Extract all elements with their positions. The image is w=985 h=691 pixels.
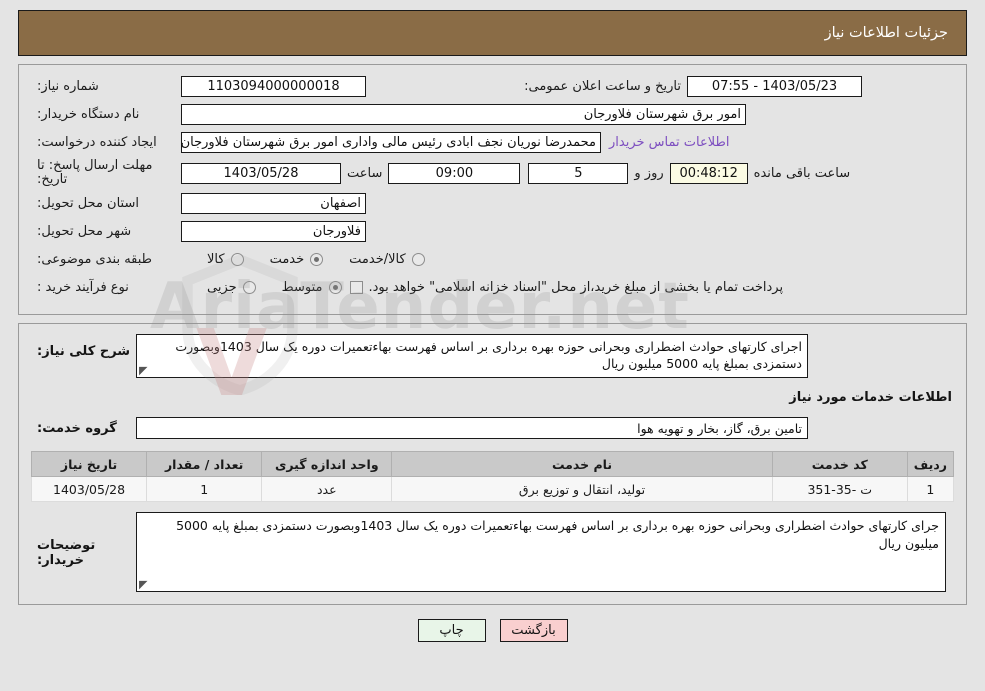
print-button[interactable]: چاپ bbox=[417, 619, 486, 642]
deadline-hour-label: ساعت bbox=[347, 165, 383, 181]
th-name: نام خدمت bbox=[391, 451, 773, 477]
process-option-1[interactable]: متوسط bbox=[282, 280, 342, 295]
resize-grip-icon-note[interactable]: ◥ bbox=[139, 578, 149, 591]
public-announce-value[interactable]: 1403/05/23 - 07:55 bbox=[687, 76, 862, 97]
summary-text: اجرای کارتهای حوادث اضطراری وبحرانی حوزه… bbox=[175, 339, 802, 371]
th-code: کد خدمت bbox=[771, 451, 908, 477]
services-panel: اجرای کارتهای حوادث اضطراری وبحرانی حوزه… bbox=[18, 323, 967, 605]
cell-date: 1403/05/28 bbox=[30, 476, 148, 502]
category-option-1[interactable]: خدمت bbox=[270, 252, 324, 267]
days-label: روز و bbox=[634, 165, 664, 181]
th-qty: تعداد / مقدار bbox=[146, 451, 263, 477]
cell-qty: 1 bbox=[146, 476, 263, 502]
cell-radif: 1 bbox=[906, 476, 955, 502]
radio-icon-process-1[interactable] bbox=[328, 281, 342, 294]
radio-icon-process-0[interactable] bbox=[242, 281, 256, 294]
resize-grip-icon[interactable]: ◥ bbox=[139, 364, 149, 377]
category-label: طبقه بندی موضوعی: bbox=[37, 252, 153, 267]
service-group-value[interactable]: تامین برق، گاز، بخار و تهویه هوا bbox=[136, 417, 808, 439]
buyer-org-value[interactable]: امور برق شهرستان فلاورجان bbox=[181, 104, 746, 125]
row-deadline: ساعت باقی مانده 00:48:12 روز و 5 09:00 س… bbox=[31, 159, 954, 187]
city-label: شهر محل تحویل: bbox=[37, 224, 132, 239]
th-radif: ردیف bbox=[906, 451, 955, 477]
page-header: جزئیات اطلاعات نیاز bbox=[18, 10, 967, 56]
requester-label: ایجاد کننده درخواست: bbox=[37, 135, 157, 150]
services-table: ردیف کد خدمت نام خدمت واحد اندازه گیری ت… bbox=[30, 451, 955, 502]
row-province: اصفهان استان محل تحویل: bbox=[31, 192, 954, 215]
city-value[interactable]: فلاورجان bbox=[181, 221, 366, 242]
row-service-group: تامین برق، گاز، بخار و تهویه هوا گروه خد… bbox=[31, 417, 954, 439]
deadline-hour-value[interactable]: 09:00 bbox=[388, 162, 521, 184]
province-label: استان محل تحویل: bbox=[37, 196, 139, 211]
th-unit: واحد اندازه گیری bbox=[261, 451, 393, 477]
category-option-2[interactable]: کالا/خدمت bbox=[349, 252, 425, 267]
radio-icon-category-2[interactable] bbox=[411, 253, 425, 266]
process-option-1-label: متوسط bbox=[281, 280, 323, 295]
row-city: فلاورجان شهر محل تحویل: bbox=[31, 220, 954, 243]
service-group-label: گروه خدمت: bbox=[37, 420, 117, 436]
page-root: جزئیات اطلاعات نیاز 1403/05/23 - 07:55 ت… bbox=[0, 0, 985, 691]
row-buyer-note: جرای کارتهای حوادث اضطراری وبحرانی حوزه … bbox=[31, 512, 954, 592]
public-announce-label: تاریخ و ساعت اعلان عمومی: bbox=[524, 79, 681, 94]
buyer-contact-link[interactable]: اطلاعات تماس خریدار bbox=[601, 135, 737, 150]
buyer-note-textarea[interactable]: جرای کارتهای حوادث اضطراری وبحرانی حوزه … bbox=[136, 512, 946, 592]
buyer-org-label: نام دستگاه خریدار: bbox=[37, 107, 140, 122]
row-summary: اجرای کارتهای حوادث اضطراری وبحرانی حوزه… bbox=[31, 334, 954, 378]
row-process: پرداخت تمام یا بخشی از مبلغ خرید،از محل … bbox=[31, 276, 954, 299]
summary-textarea[interactable]: اجرای کارتهای حوادث اضطراری وبحرانی حوزه… bbox=[136, 334, 808, 378]
footer-actions: بازگشت چاپ bbox=[18, 619, 967, 642]
category-option-0-label: کالا bbox=[207, 252, 225, 267]
need-number-value[interactable]: 1103094000000018 bbox=[181, 76, 366, 97]
row-need-number: 1403/05/23 - 07:55 تاریخ و ساعت اعلان عم… bbox=[31, 75, 954, 98]
back-button[interactable]: بازگشت bbox=[499, 619, 568, 642]
remaining-label: ساعت باقی مانده bbox=[753, 165, 851, 181]
row-category: کالا/خدمت خدمت کالا طبقه بندی موضوعی: bbox=[31, 248, 954, 271]
process-option-0-label: جزیی bbox=[207, 280, 237, 295]
category-option-2-label: کالا/خدمت bbox=[349, 252, 406, 267]
cell-code: ت -35-351 bbox=[771, 476, 908, 502]
process-option-0[interactable]: جزیی bbox=[207, 280, 256, 295]
need-number-label: شماره نیاز: bbox=[37, 79, 99, 94]
buyer-note-label: توضیحات خریدار: bbox=[37, 538, 96, 568]
days-remaining-value[interactable]: 5 bbox=[528, 162, 629, 184]
province-value[interactable]: اصفهان bbox=[181, 193, 366, 214]
process-label: نوع فرآیند خرید : bbox=[37, 280, 129, 295]
table-row: 1 ت -35-351 تولید، انتقال و توزیع برق عد… bbox=[30, 476, 955, 502]
row-requester: اطلاعات تماس خریدار محمدرضا نوریان نجف ا… bbox=[31, 131, 954, 154]
treasury-checkbox[interactable] bbox=[349, 281, 363, 294]
category-option-1-label: خدمت bbox=[269, 252, 305, 267]
table-header-row: ردیف کد خدمت نام خدمت واحد اندازه گیری ت… bbox=[30, 451, 955, 477]
deadline-label: مهلت ارسال پاسخ: تا تاریخ: bbox=[37, 158, 153, 187]
row-buyer-org: امور برق شهرستان فلاورجان نام دستگاه خری… bbox=[31, 103, 954, 126]
need-info-panel: 1403/05/23 - 07:55 تاریخ و ساعت اعلان عم… bbox=[18, 64, 967, 315]
countdown-timer: 00:48:12 bbox=[669, 162, 748, 184]
page-title: جزئیات اطلاعات نیاز bbox=[824, 25, 948, 41]
requester-value[interactable]: محمدرضا نوریان نجف ابادی رئیس مالی وادار… bbox=[181, 132, 601, 153]
summary-label: شرح کلی نیاز: bbox=[37, 344, 131, 359]
services-section-title: اطلاعات خدمات مورد نیاز bbox=[789, 390, 952, 405]
cell-name: تولید، انتقال و توزیع برق bbox=[391, 476, 773, 502]
radio-icon-category-0[interactable] bbox=[230, 253, 244, 266]
buyer-note-text: جرای کارتهای حوادث اضطراری وبحرانی حوزه … bbox=[176, 518, 939, 551]
radio-icon-category-1[interactable] bbox=[310, 253, 324, 266]
treasury-checkbox-label: پرداخت تمام یا بخشی از مبلغ خرید،از محل … bbox=[368, 280, 784, 295]
th-date: تاریخ نیاز bbox=[30, 451, 148, 477]
deadline-date-value[interactable]: 1403/05/28 bbox=[181, 162, 341, 184]
cell-unit: عدد bbox=[261, 476, 393, 502]
category-option-0[interactable]: کالا bbox=[207, 252, 244, 267]
